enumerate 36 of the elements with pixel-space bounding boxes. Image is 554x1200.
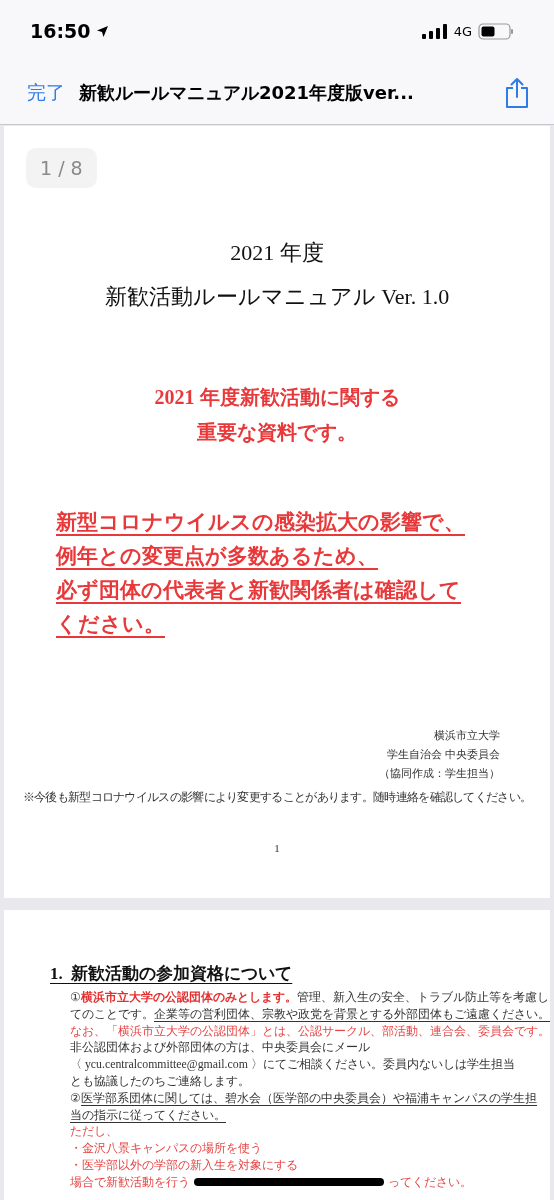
document-text: なお、「横浜市立大学の公認団体」とは、公認サークル、部活動、連合会、委員会です。 xyxy=(70,1022,550,1040)
warning-text: ください。 xyxy=(56,611,166,638)
document-text: とも協議したのちご連絡します。 xyxy=(70,1073,251,1090)
signal-icon xyxy=(421,23,448,39)
warning-text: 必ず団体の代表者と新歓関係者は確認して xyxy=(56,577,462,604)
document-text: 場合で新歓活動を行う xyxy=(70,1173,190,1191)
document-text: ①横浜市立大学の公認団体のみとします。管理、新入生の安全、トラブル防止等を考慮し xyxy=(70,989,550,1006)
signature-text: 横浜市立大学 xyxy=(434,728,500,743)
document-text: ってください。 xyxy=(388,1173,472,1191)
document-text: 〈 ycu.centralcommittee@gmail.com 〉にてご相談ください。委員内ないしは学生担当 xyxy=(70,1056,516,1073)
document-text: ・金沢八景キャンパスの場所を使う xyxy=(70,1140,263,1157)
document-text: ただし、 xyxy=(70,1123,119,1141)
document-heading: 2021 年度 xyxy=(230,239,324,267)
document-text: 当の指示に従ってください。 xyxy=(70,1106,227,1124)
signature-text: （協同作成：学生担当） xyxy=(379,766,500,781)
document-heading: 新歓活動ルールマニュアル Ver. 1.0 xyxy=(104,283,450,311)
status-time: 16:50 xyxy=(30,20,91,42)
notice-text: 重要な資料です。 xyxy=(197,420,357,445)
signature-text: 学生自治会 中央委員会 xyxy=(387,747,500,762)
warning-text: 例年との変更点が多数あるため、 xyxy=(56,543,379,570)
page-indicator: 1 / 8 xyxy=(26,148,97,188)
note-text: ※今後も新型コロナウイルスの影響により変更することがあります。随時連絡を確認してください。 xyxy=(22,789,532,806)
document-text: ②医学部系団体に関しては、碧水会（医学部の中央委員会）や福浦キャンパスの学生担 xyxy=(70,1089,538,1107)
network-label: 4G xyxy=(453,23,472,39)
notice-text: 2021 年度新歓活動に関する xyxy=(154,385,400,410)
location-arrow-icon xyxy=(96,24,110,38)
warning-text: 新型コロナウイルスの感染拡大の影響で、 xyxy=(56,509,465,536)
document-text: 非公認団体および外部団体の方は、中央委員会にメール xyxy=(70,1039,371,1057)
share-button[interactable] xyxy=(504,77,530,109)
done-link[interactable]: 完了 xyxy=(27,80,65,106)
battery-icon xyxy=(478,22,514,40)
document-text: てのことです。企業等の営利団体、宗教や政党を背景とする外部団体もご遠慮ください。 xyxy=(70,1005,550,1023)
document-text: ・医学部以外の学部の新入生を対象にする xyxy=(70,1156,299,1174)
document-title: 新歓ルールマニュアル2021年度版ver... xyxy=(79,81,415,105)
section-heading: 1. 新歓活動の参加資格について xyxy=(50,963,293,985)
page-number: 1 xyxy=(274,842,280,854)
